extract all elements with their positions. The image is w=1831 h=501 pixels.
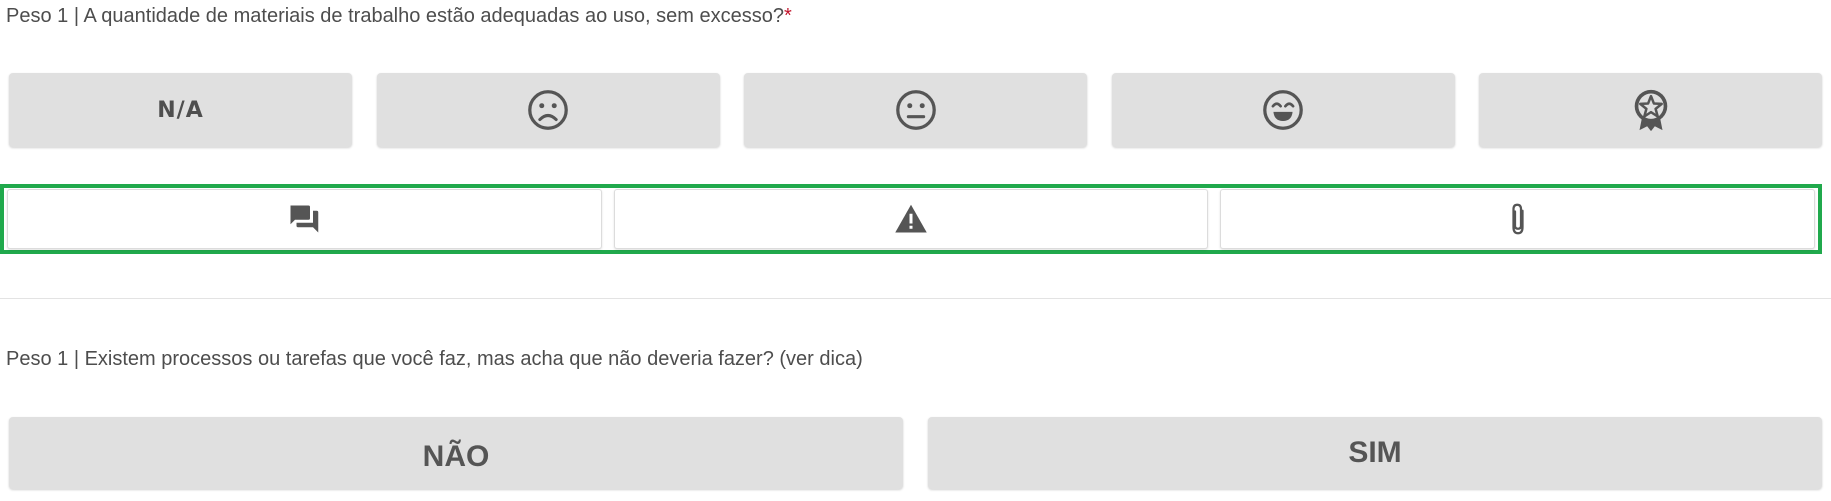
neutral-face-icon	[895, 90, 936, 130]
rating-na-button[interactable]: N/A	[9, 73, 352, 147]
question-1-title: Peso 1 | A quantidade de materiais de tr…	[6, 4, 792, 28]
yes-label: SIM	[1348, 436, 1402, 469]
happy-face-icon	[1263, 90, 1303, 130]
rating-bad-button[interactable]	[376, 73, 720, 147]
question-2-title: Peso 1 | Existem processos ou tarefas qu…	[6, 348, 863, 370]
no-label: NÃO	[422, 440, 490, 473]
sad-face-icon	[528, 90, 568, 130]
no-button[interactable]: NÃO	[9, 417, 903, 489]
required-marker: *	[783, 5, 792, 27]
award-star-icon	[1634, 89, 1667, 132]
attachment-button[interactable]	[1220, 189, 1816, 249]
checklist-page: Peso 1 | A quantidade de materiais de tr…	[0, 0, 1831, 501]
comment-button[interactable]	[7, 189, 602, 249]
rating-options: N/A	[9, 73, 1822, 147]
yes-button[interactable]: SIM	[928, 417, 1822, 489]
rating-neutral-button[interactable]	[744, 73, 1087, 147]
na-label: N/A	[157, 97, 204, 123]
yes-no-options: NÃO SIM	[9, 417, 1822, 489]
question-1-text: Peso 1 | A quantidade de materiais de tr…	[6, 5, 784, 27]
question-actions-highlight	[0, 184, 1822, 254]
attachment-icon	[1512, 203, 1524, 235]
warning-icon	[895, 204, 927, 233]
section-divider	[0, 298, 1831, 299]
rating-excellent-button[interactable]	[1479, 73, 1822, 147]
comment-icon	[290, 205, 319, 233]
warning-button[interactable]	[613, 189, 1209, 249]
rating-good-button[interactable]	[1111, 73, 1455, 147]
